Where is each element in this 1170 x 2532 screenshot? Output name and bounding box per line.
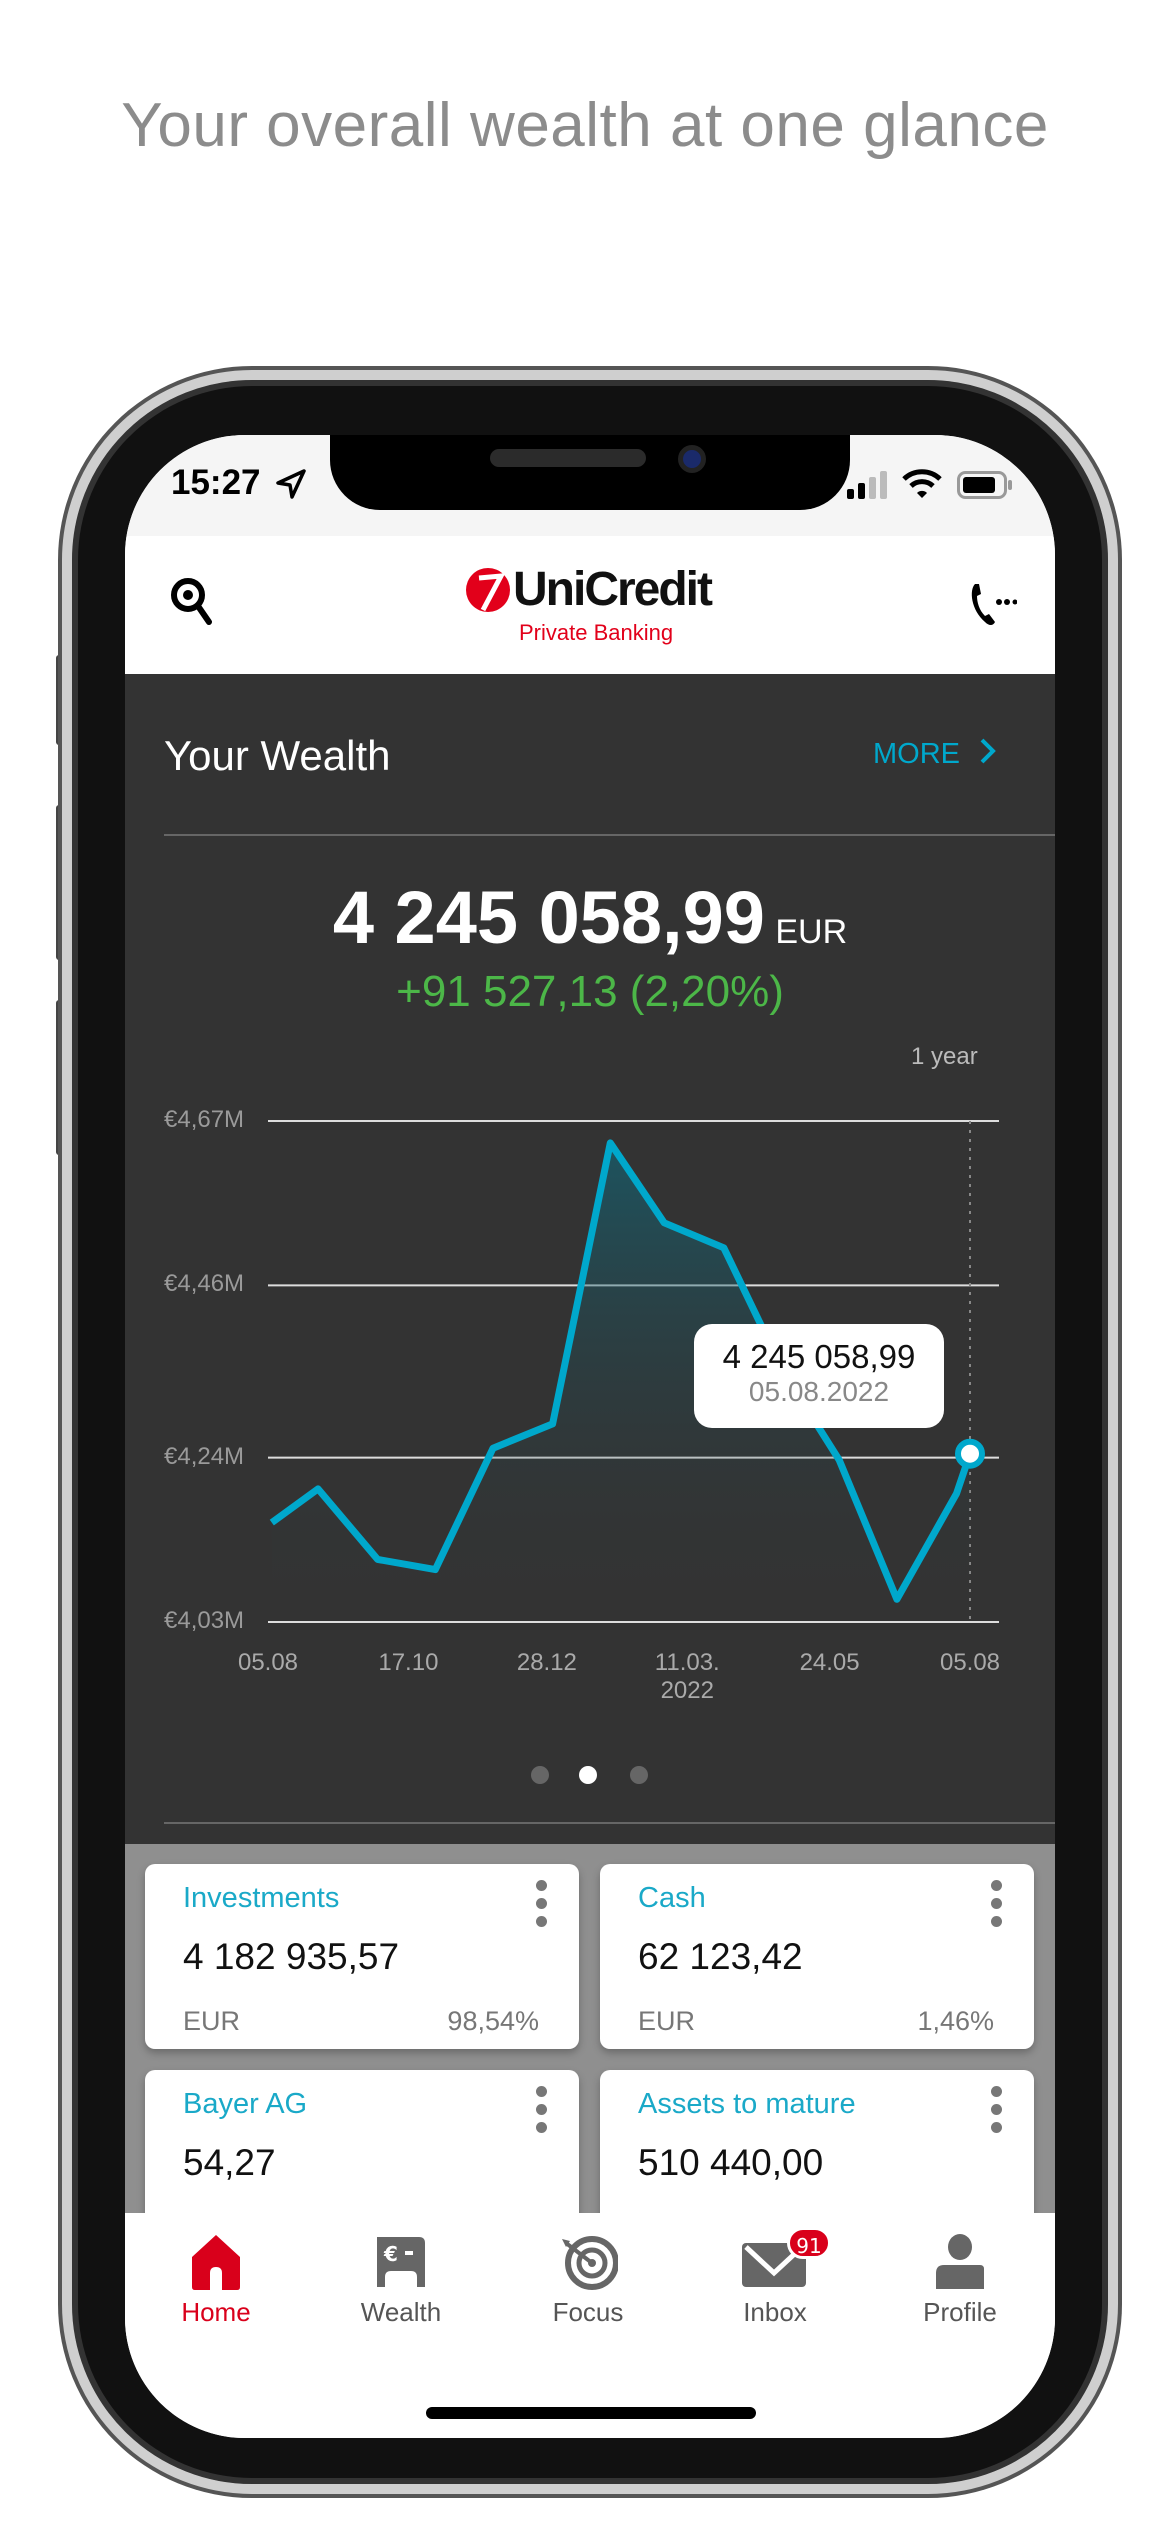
phone-screen: 15:27 UniCredit Private Banking Your Wea… [125,435,1055,2438]
tab-home[interactable]: Home [136,2233,296,2353]
more-vert-icon[interactable] [531,2086,551,2138]
page-dot-3[interactable] [630,1766,648,1784]
card-currency: EUR [183,2006,241,2036]
card-title: Assets to mature [638,2088,856,2120]
card-value: 4 182 935,57 [183,1936,400,1977]
tab-label: Profile [923,2297,997,2327]
x-tick-label: 24.05 [770,1649,890,1677]
tooltip-value: 4 245 058,99 [722,1338,916,1375]
x-tick-text: 28.12 [516,1649,577,1676]
y-tick-label: €4,03M [164,1607,245,1634]
selected-point-marker [955,1438,985,1469]
page-dot-2-active[interactable] [579,1766,597,1784]
more-vert-icon[interactable] [531,1880,551,1932]
home-icon [192,2235,240,2290]
tab-label: Inbox [743,2297,807,2327]
y-tick-label: €4,24M [164,1442,245,1470]
more-vert-icon[interactable] [986,1880,1006,1932]
card-investments[interactable]: Investments 4 182 935,57 EUR 98,54% [145,1864,579,2049]
more-vert-icon[interactable] [986,2086,1006,2138]
svg-text:€: € [383,2242,398,2266]
x-tick-label: 28.12 [487,1649,607,1677]
x-tick-label: 05.08 [910,1649,1030,1677]
person-icon [936,2234,984,2289]
card-currency: EUR [638,2006,696,2036]
tab-wealth[interactable]: € Wealth [321,2233,481,2353]
tab-profile[interactable]: Profile [880,2233,1040,2353]
x-tick-text: 17.10 [378,1649,439,1676]
tab-label: Home [181,2297,251,2327]
divider [164,1822,1055,1824]
x-tick-text: 11.03. [654,1649,720,1676]
card-value: 62 123,42 [638,1936,803,1977]
tab-label: Focus [552,2297,624,2327]
card-cash[interactable]: Cash 62 123,42 EUR 1,46% [600,1864,1034,2049]
unread-badge: 91 [787,2227,831,2259]
x-tick-subtext: 2022 [660,1677,714,1704]
tab-label: Wealth [360,2297,442,2327]
x-tick-label: 05.08 [208,1649,328,1677]
card-title: Bayer AG [183,2088,308,2120]
wealth-icon: € [377,2237,425,2287]
card-title: Investments [183,1882,340,1914]
tab-inbox[interactable]: 91 Inbox [695,2227,855,2353]
card-percent: 1,46% [917,2006,994,2036]
x-tick-text: 24.05 [799,1649,860,1676]
x-tick-label: 11.03. 2022 [627,1649,747,1705]
home-indicator[interactable] [426,2407,756,2419]
card-title: Cash [638,1882,706,1914]
card-value: 510 440,00 [638,2142,824,2183]
target-icon [562,2236,618,2290]
page-dot-1[interactable] [531,1766,549,1784]
wealth-chart[interactable] [125,435,1055,1735]
card-value: 54,27 [183,2142,276,2183]
tab-focus[interactable]: Focus [508,2233,668,2353]
tooltip-date: 05.08.2022 [748,1376,890,1407]
y-tick-label: €4,46M [164,1270,245,1298]
chart-tooltip: 4 245 058,99 05.08.2022 [694,1324,944,1428]
x-tick-text: 05.08 [939,1649,1001,1676]
card-percent: 98,54% [447,2006,539,2036]
x-tick-label: 17.10 [348,1649,468,1677]
headline: Your overall wealth at one glance [121,91,1049,160]
y-tick-label: €4,67M [164,1106,245,1133]
tab-bar: Home € Wealth Focus 91 Inbox Profile [125,2213,1055,2438]
x-tick-text: 05.08 [237,1649,299,1676]
